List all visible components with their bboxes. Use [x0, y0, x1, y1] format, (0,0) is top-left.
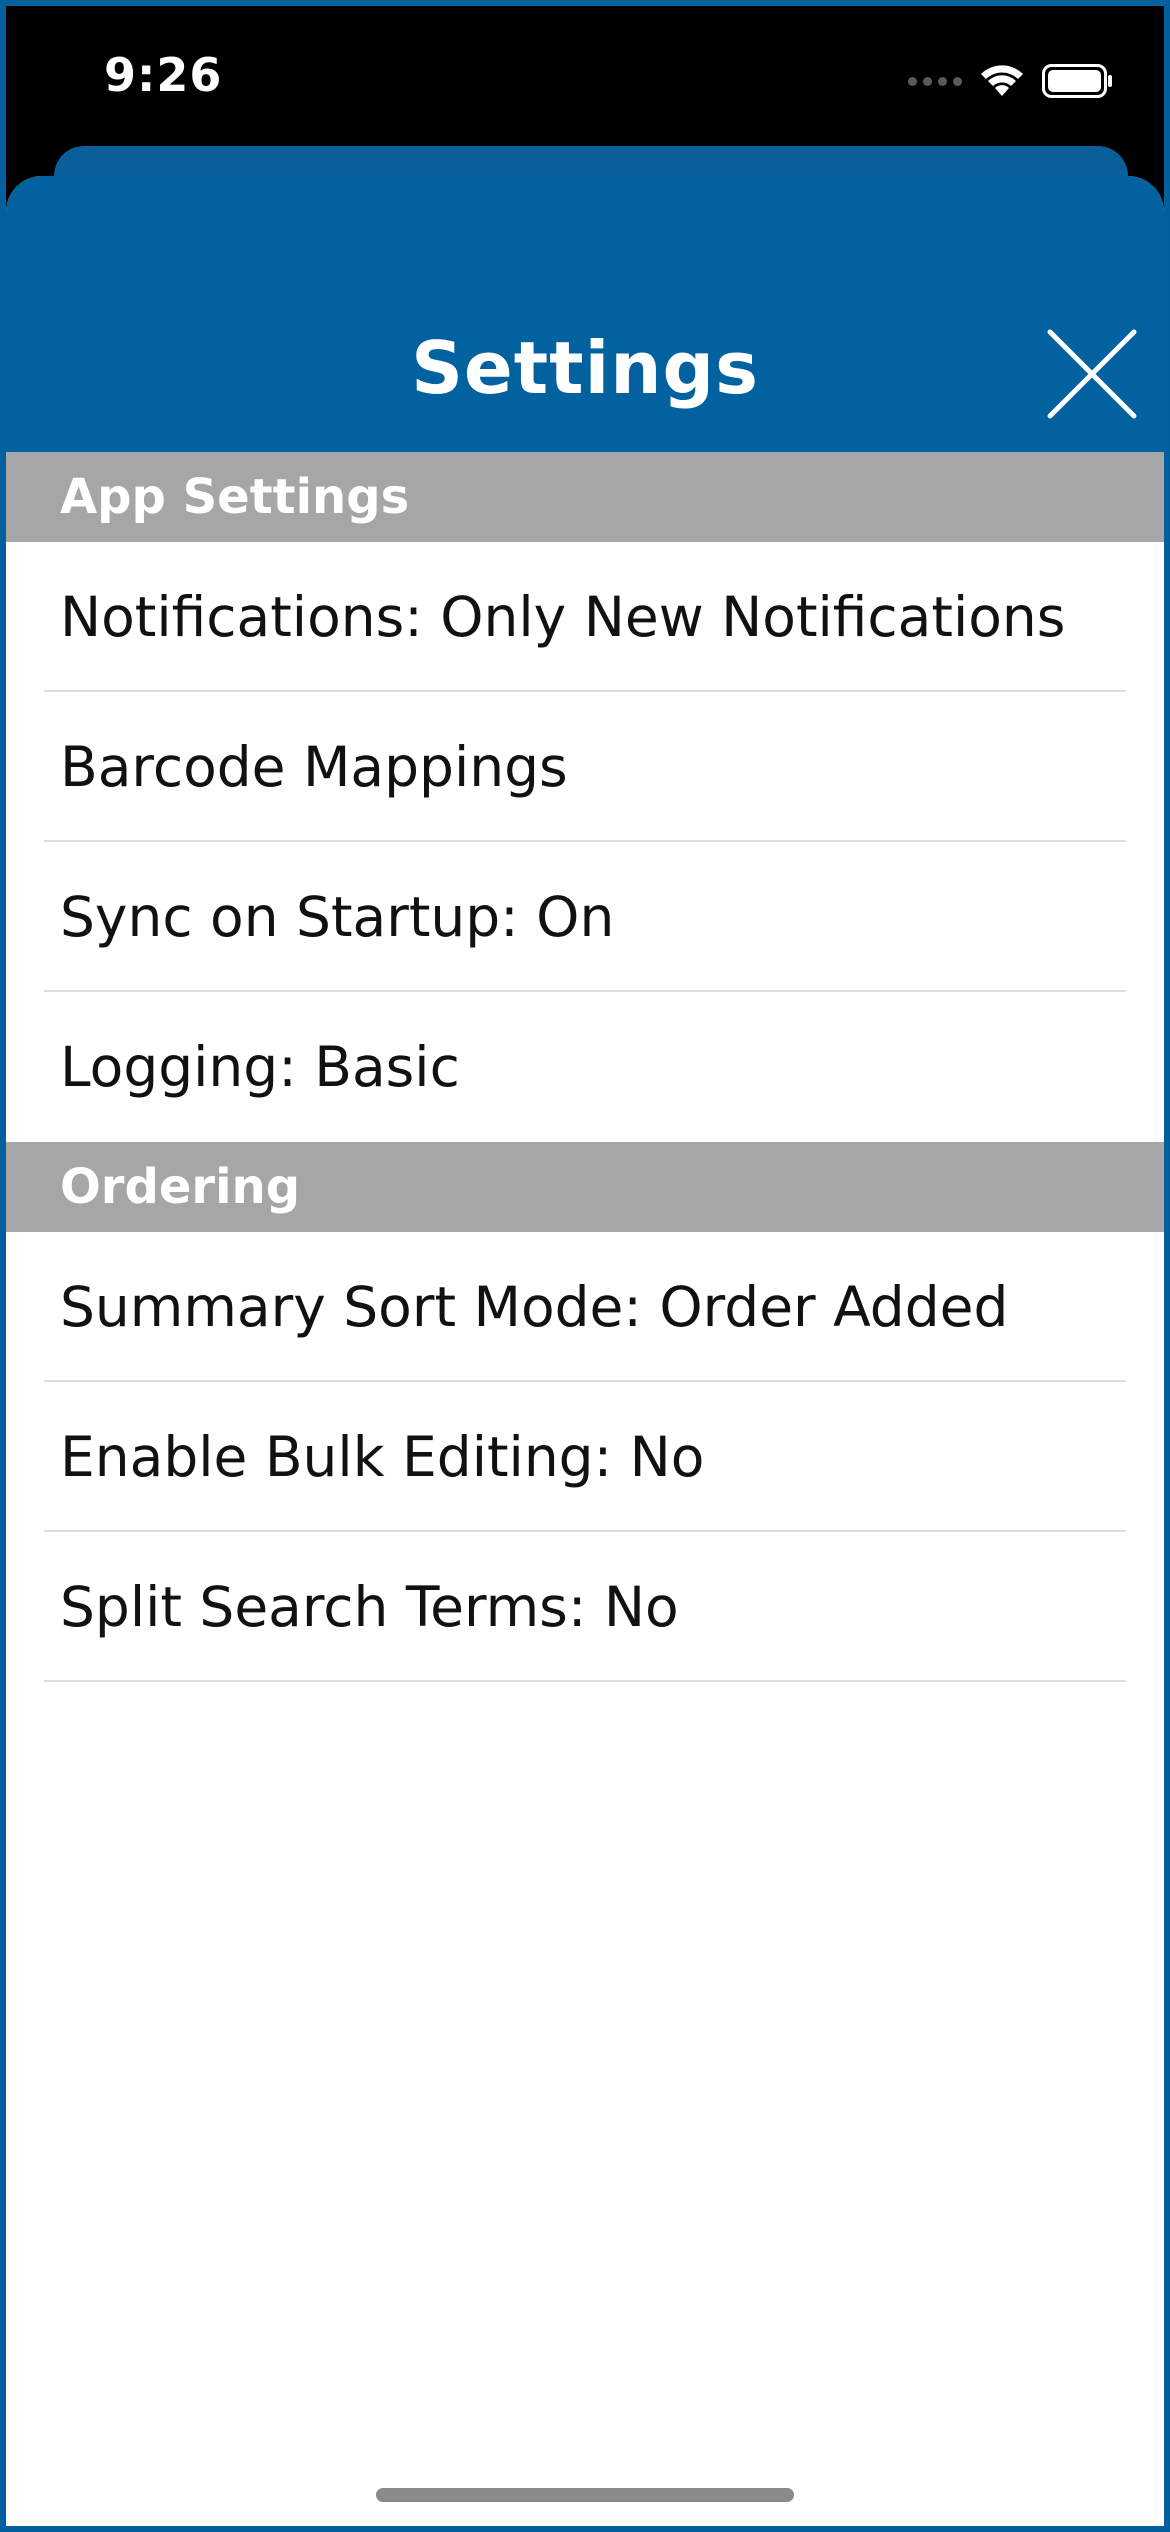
setting-enable-bulk-editing[interactable]: Enable Bulk Editing: No — [6, 1382, 1164, 1532]
status-icons — [908, 56, 1114, 106]
sheet-header: Settings — [6, 176, 1164, 452]
section-ordering: Ordering Summary Sort Mode: Order Added … — [6, 1142, 1164, 1682]
setting-summary-sort-mode[interactable]: Summary Sort Mode: Order Added — [6, 1232, 1164, 1382]
close-button[interactable] — [1042, 324, 1142, 424]
home-indicator[interactable] — [376, 2488, 794, 2502]
battery-icon — [1042, 64, 1112, 98]
section-app-settings: App Settings Notifications: Only New Not… — [6, 452, 1164, 1142]
status-time: 9:26 — [104, 48, 223, 102]
section-header-app-settings: App Settings — [6, 452, 1164, 542]
device-frame: 9:26 Settings App Settings Notifications… — [0, 0, 1170, 2532]
signal-icon — [908, 76, 962, 86]
section-header-ordering: Ordering — [6, 1142, 1164, 1232]
setting-split-search-terms[interactable]: Split Search Terms: No — [6, 1532, 1164, 1682]
wifi-icon — [981, 65, 1023, 96]
settings-sheet: Settings App Settings Notifications: Onl… — [6, 176, 1164, 2526]
setting-barcode-mappings[interactable]: Barcode Mappings — [6, 692, 1164, 842]
setting-logging[interactable]: Logging: Basic — [6, 992, 1164, 1142]
setting-notifications[interactable]: Notifications: Only New Notifications — [6, 542, 1164, 692]
status-bar: 9:26 — [6, 6, 1164, 151]
setting-sync-on-startup[interactable]: Sync on Startup: On — [6, 842, 1164, 992]
close-icon — [1047, 329, 1137, 419]
page-title: Settings — [411, 326, 759, 410]
